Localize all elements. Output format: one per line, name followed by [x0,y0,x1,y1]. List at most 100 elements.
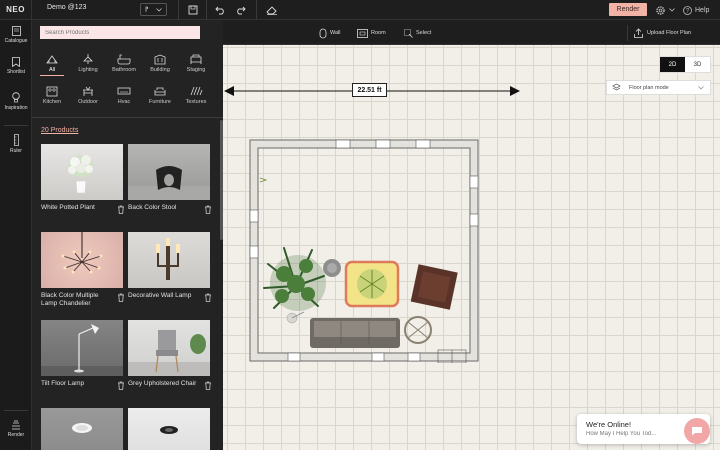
product-card[interactable]: Back Color Stool [128,144,211,214]
product-card[interactable] [41,408,123,450]
select-tool[interactable]: Select [404,26,431,40]
undo-icon[interactable] [213,3,227,17]
rail-item-render[interactable]: Render [0,420,32,438]
trash-icon[interactable] [204,381,212,390]
project-select[interactable]: ⁋ [140,3,167,16]
plant-item [263,247,326,311]
product-name: Back Color Stool [128,204,177,211]
select-icon [404,28,413,38]
floor-plan-mode-select[interactable]: Floor plan mode [606,80,711,95]
category-hvac[interactable]: Hvac [106,86,142,105]
view-2d-button[interactable]: 2D [660,57,685,72]
product-thumbnail [128,320,210,376]
kitchen-icon [46,86,58,97]
product-card[interactable]: Black Color Multiple Lamp Chandelier [41,232,124,307]
trash-icon[interactable] [117,381,125,390]
catalogue-icon [11,26,21,36]
product-thumbnail [41,408,123,450]
rail-item-inspiration[interactable]: Inspiration [0,92,32,111]
divider [4,125,28,126]
category-label: Outdoor [78,99,98,105]
project-select-glyph: ⁋ [144,7,149,13]
trash-icon[interactable] [204,293,212,302]
building-icon [154,54,166,65]
room-tool[interactable]: Room [357,26,386,40]
category-label: Lighting [78,67,98,73]
room-floor-plan[interactable] [248,138,480,363]
tool-label: Select [416,30,432,36]
product-count[interactable]: 20 Products [41,127,78,134]
bulb-icon [12,92,20,103]
divider [206,0,207,20]
chevron-down-icon [156,7,162,12]
chat-button[interactable] [684,418,710,444]
render-button[interactable]: Render [609,3,647,16]
layers-icon [612,83,621,91]
category-kitchen[interactable]: Kitchen [34,86,70,105]
dimension-label[interactable]: 22.51 ft [352,83,387,97]
left-rail: Catalogue Shortlist Inspiration Ruler Re… [0,20,32,450]
wall-tool[interactable]: Wall [319,26,341,40]
divider [4,410,28,411]
furniture-icon [154,87,166,96]
wall-icon [319,28,327,38]
save-icon[interactable] [186,3,200,17]
eraser-icon[interactable] [265,3,279,17]
product-name: White Potted Plant [41,204,95,211]
product-card[interactable]: Decorative Wall Lamp [128,232,211,302]
help-link[interactable]: ? Help [683,3,709,17]
divider [32,117,223,118]
chat-icon [692,427,702,436]
ruler-icon [13,134,19,146]
rail-item-shortlist[interactable]: Shortlist [0,57,32,75]
tool-label: Room [371,30,386,36]
upload-floor-plan-button[interactable]: Upload Floor Plan [627,25,691,41]
product-card[interactable]: White Potted Plant [41,144,124,214]
product-card[interactable]: Tilt Floor Lamp [41,320,124,390]
category-lighting[interactable]: Lighting [70,54,106,73]
category-building[interactable]: Building [142,54,178,73]
view-toggle: 2D 3D [659,56,711,73]
category-label: All [48,67,56,73]
category-textures[interactable]: Textures [178,86,214,105]
category-all[interactable]: All [34,54,70,76]
rail-item-ruler[interactable]: Ruler [0,134,32,154]
settings-menu[interactable] [655,3,679,17]
category-label: Textures [185,99,207,105]
trash-icon[interactable] [204,205,212,214]
render-icon [12,420,20,430]
category-furniture[interactable]: Furniture [142,86,178,105]
upload-icon [634,28,643,38]
trash-icon[interactable] [117,293,125,302]
mode-label: Floor plan mode [629,84,669,91]
chat-subtitle: How May I Help You Tod... [586,431,657,437]
rail-label: Catalogue [4,38,28,44]
help-label: Help [695,6,710,14]
product-thumbnail [128,232,210,288]
category-bathroom[interactable]: Bathroom [106,54,142,73]
tool-strip: Wall Room Select Upload Floor Plan [223,20,720,45]
help-icon: ? [683,5,692,15]
search-input[interactable] [40,26,200,39]
rail-label: Ruler [10,148,22,154]
product-card[interactable]: Grey Upholstered Chair [128,320,211,390]
chevron-down-icon [669,8,675,12]
rail-label: Shortlist [6,69,26,75]
rail-item-catalogue[interactable]: Catalogue [0,26,32,44]
view-3d-button[interactable]: 3D [685,57,710,72]
product-name: Black Color Multiple Lamp Chandelier [41,292,99,308]
category-staging[interactable]: Staging [178,54,214,73]
category-outdoor[interactable]: Outdoor [70,86,106,105]
brand-logo: NEO [0,0,32,20]
chevron-down-icon [698,85,704,89]
product-thumbnail [41,144,123,200]
product-name: Decorative Wall Lamp [128,292,192,299]
product-card[interactable] [128,408,210,450]
trash-icon[interactable] [117,205,125,214]
product-name: Tilt Floor Lamp [41,380,85,387]
chat-title: We're Online! [586,420,632,429]
redo-icon[interactable] [233,3,247,17]
product-thumbnail [128,144,210,200]
project-name: Demo @123 [47,4,87,11]
all-icon [46,55,58,64]
